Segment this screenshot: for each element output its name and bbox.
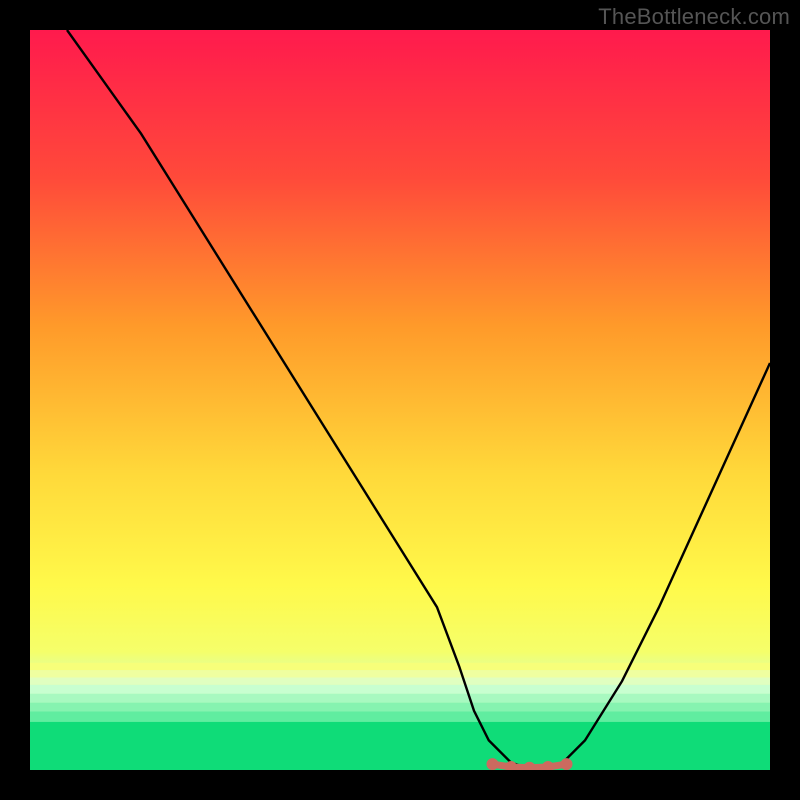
gradient-bands <box>30 663 770 770</box>
plateau-marker <box>543 762 554 770</box>
plateau-marker <box>506 762 517 770</box>
plot-area <box>30 30 770 770</box>
bottleneck-chart <box>30 30 770 770</box>
plateau-marker <box>487 759 498 770</box>
plateau-marker <box>561 759 572 770</box>
plateau-marker <box>524 762 535 770</box>
gradient-background <box>30 30 770 770</box>
watermark-text: TheBottleneck.com <box>598 4 790 30</box>
chart-frame: TheBottleneck.com <box>0 0 800 800</box>
